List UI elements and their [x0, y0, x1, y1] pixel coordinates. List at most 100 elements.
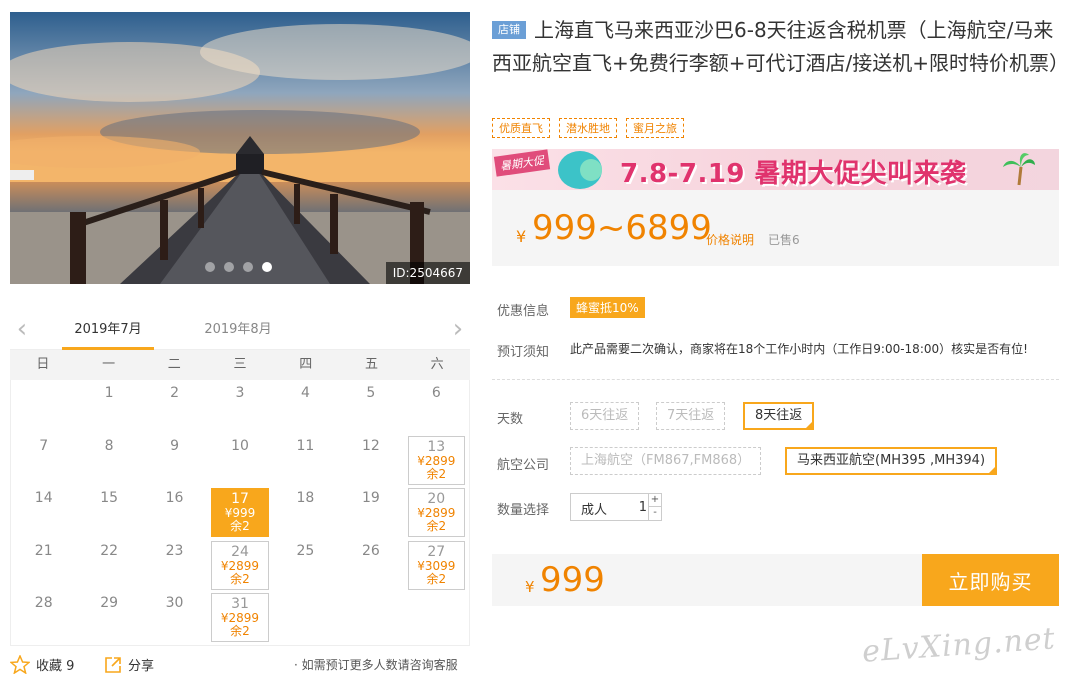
day-price: ¥3099	[417, 558, 456, 573]
calendar-day: 6	[404, 380, 469, 433]
share-button[interactable]: 分享	[104, 655, 154, 674]
calendar-day-priced[interactable]: 20 ¥2899 余2	[407, 488, 465, 537]
day-number: 29	[100, 595, 119, 611]
month-tab-august[interactable]: 2019年8月	[192, 320, 284, 350]
calendar-day	[338, 590, 403, 643]
calendar-header: ‹ 2019年7月 2019年8月 ›	[10, 314, 470, 350]
weekday-label: 四	[299, 357, 313, 372]
calendar-day-priced[interactable]: 24 ¥2899 余2	[211, 540, 269, 590]
calendar-day: 14	[11, 485, 76, 538]
quantity-plus-button[interactable]: +	[648, 494, 661, 507]
day-number: 18	[296, 490, 315, 506]
calendar-day: 8	[76, 433, 141, 486]
carousel-dot[interactable]	[224, 262, 234, 272]
calendar-day: 3	[207, 380, 272, 433]
weekday-label: 二	[167, 357, 181, 372]
airline-option-shanghai[interactable]: 上海航空（FM867,FM868）	[570, 447, 762, 475]
calendar-weekdays: 日 一 二 三 四 五 六	[10, 350, 470, 380]
sold-count: 已售6	[768, 233, 800, 247]
days-option-8-selected[interactable]: 8天往返	[743, 402, 815, 430]
booking-notice-label: 预订须知	[497, 345, 550, 360]
day-number: 28	[34, 595, 53, 611]
weekday-label: 六	[430, 357, 444, 372]
calendar-day: 11	[273, 433, 338, 486]
price-box: ¥ 999~6899 价格说明 已售6	[492, 190, 1059, 266]
carousel-dot[interactable]	[205, 262, 215, 272]
day-number: 14	[34, 490, 53, 506]
buy-now-button[interactable]: 立即购买	[922, 554, 1059, 606]
days-label: 天数	[497, 412, 524, 427]
day-number: 1	[104, 385, 114, 401]
day-price: ¥2899	[220, 558, 260, 573]
promo-banner[interactable]: 暑期大促 7.8-7.19 暑期大促尖叫来袭	[492, 149, 1059, 190]
day-number: 10	[231, 437, 249, 454]
day-number: 6	[431, 385, 441, 401]
airline-label: 航空公司	[497, 458, 550, 473]
carousel-dots	[205, 262, 272, 272]
calendar-day	[404, 590, 469, 643]
day-number: 5	[366, 385, 376, 401]
day-number: 24	[231, 543, 249, 560]
price-explain-link[interactable]: 价格说明	[706, 231, 754, 248]
calendar-day: 1	[76, 380, 141, 433]
calendar-day: 5	[338, 380, 403, 433]
product-photo[interactable]: ID:2504667	[10, 12, 470, 284]
airline-option-malaysia-selected[interactable]: 马来西亚航空(MH395 ,MH394)	[785, 447, 998, 475]
day-number: 23	[165, 542, 184, 559]
day-number: 15	[100, 490, 119, 506]
product-tags: 优质直飞 潜水胜地 蜜月之旅	[492, 118, 684, 138]
calendar-day: 15	[76, 485, 141, 538]
calendar-day: 16	[142, 485, 207, 538]
calendar-day: 29	[76, 590, 141, 643]
chevron-right-icon[interactable]: ›	[448, 316, 468, 342]
calendar-day: 25	[273, 538, 338, 591]
day-number: 17	[231, 491, 249, 507]
day-number: 4	[300, 385, 310, 401]
calendar-day-priced[interactable]: 27 ¥3099 余2	[407, 540, 465, 590]
day-number: 27	[427, 543, 446, 560]
quantity-minus-button[interactable]: -	[648, 507, 661, 520]
buy-bar: ¥ 999 立即购买	[492, 554, 1059, 606]
banner-label: 暑期大促	[493, 149, 551, 177]
calendar-day: 19	[338, 485, 403, 538]
weekday-label: 一	[102, 357, 116, 372]
month-tab-july[interactable]: 2019年7月	[62, 320, 154, 350]
day-number: 3	[235, 385, 245, 401]
weekday-label: 日	[36, 357, 50, 372]
calendar-day: 30	[142, 590, 207, 643]
favorite-button[interactable]: 收藏 9	[10, 655, 74, 674]
calendar-day-selected[interactable]: 17 ¥999 余2	[211, 488, 269, 537]
calendar-day: 7	[11, 433, 76, 486]
days-option-6[interactable]: 6天往返	[570, 402, 640, 430]
day-number: 22	[100, 542, 119, 559]
day-number: 11	[296, 437, 315, 454]
promo-info-label: 优惠信息	[497, 304, 550, 319]
chevron-left-icon[interactable]: ‹	[12, 316, 32, 342]
calendar-day	[11, 380, 76, 433]
carousel-dot[interactable]	[243, 262, 253, 272]
calendar-day: 21	[11, 538, 76, 591]
calendar-grid: 1 2 3 4 5 6 7 8 9 10 11 12 13 ¥2899 余2 14 15 16 17 ¥999 余2 18…	[10, 380, 470, 646]
day-number: 19	[361, 490, 380, 506]
calendar-day: 10	[207, 433, 272, 486]
share-label: 分享	[128, 659, 155, 674]
price-range: 999~6899	[532, 208, 712, 248]
calendar-day-priced[interactable]: 31 ¥2899 余2	[211, 593, 269, 642]
day-remaining: 余2	[230, 571, 250, 586]
weekday-label: 五	[364, 357, 378, 372]
divider	[492, 379, 1059, 380]
calendar-day-priced[interactable]: 13 ¥2899 余2	[407, 435, 465, 485]
product-tag: 蜜月之旅	[626, 118, 684, 138]
shop-badge[interactable]: 店铺	[492, 21, 526, 39]
carousel-dot-active[interactable]	[262, 262, 272, 272]
consult-note: · 如需预订更多人数请咨询客服	[294, 658, 458, 672]
pier-sunset-image	[10, 12, 470, 284]
calendar-day: 26	[338, 538, 403, 591]
day-number: 12	[361, 437, 380, 454]
day-price: ¥2899	[417, 453, 456, 468]
photo-id-label: ID:2504667	[385, 262, 470, 284]
quantity-input[interactable]	[617, 498, 647, 516]
price-currency: ¥	[516, 227, 527, 246]
day-remaining: 余2	[426, 571, 447, 586]
days-option-7[interactable]: 7天往返	[656, 402, 726, 430]
